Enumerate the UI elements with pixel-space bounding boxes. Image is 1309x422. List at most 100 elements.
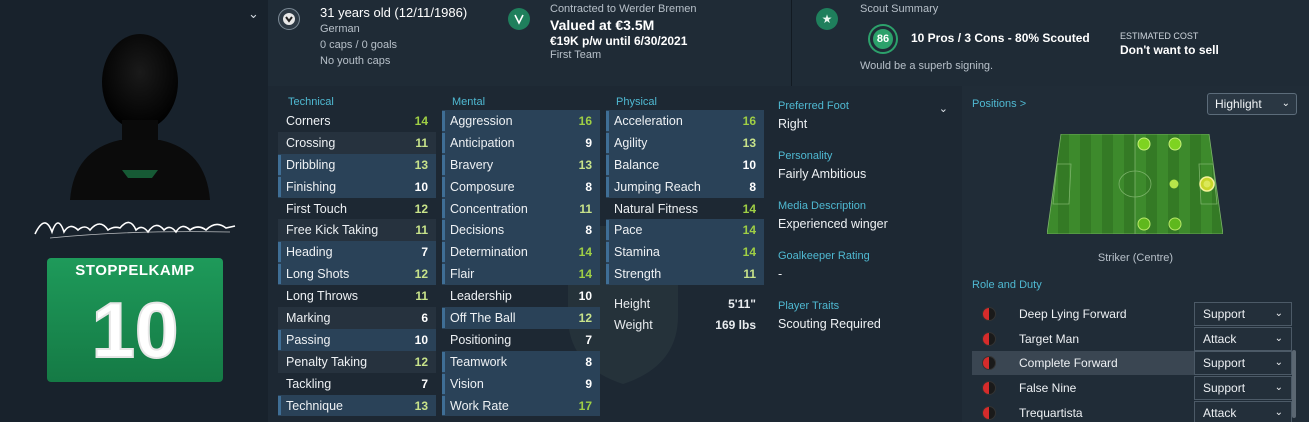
attribute-value: 14: [414, 113, 428, 128]
attribute-row[interactable]: Crossing 11: [278, 131, 436, 154]
attribute-value: 14: [742, 223, 756, 238]
duty-dropdown[interactable]: Attack ⌄: [1194, 400, 1292, 422]
player-signature: [34, 221, 236, 239]
attribute-row[interactable]: Passing 10: [278, 328, 436, 351]
attribute-row[interactable]: Aggression 16: [442, 110, 600, 132]
role-row[interactable]: Target Man Attack ⌄: [972, 326, 1292, 351]
contract-club[interactable]: Contracted to Werder Bremen: [550, 3, 697, 15]
attribute-row[interactable]: Tackling 7: [278, 373, 436, 395]
chevron-down-icon: ⌄: [1281, 98, 1290, 109]
attribute-label: Leadership: [450, 289, 512, 304]
chevron-down-icon: ⌄: [1274, 332, 1283, 344]
attribute-value: 12: [414, 354, 428, 369]
attribute-label: Decisions: [450, 223, 505, 238]
attribute-row[interactable]: Marking 6: [278, 307, 436, 329]
scout-summary-title: Scout Summary: [860, 3, 939, 15]
attribute-row[interactable]: Strength 11: [606, 263, 764, 286]
highlight-label: Highlight: [1215, 97, 1262, 111]
attribute-row[interactable]: Off The Ball 12: [442, 307, 600, 329]
goalkeeper-rating-label: Goalkeeper Rating: [778, 250, 870, 262]
attribute-label: Balance: [614, 157, 660, 172]
attribute-label: Dribbling: [286, 157, 336, 172]
youth-caps: No youth caps: [320, 55, 391, 67]
attribute-row[interactable]: Acceleration 16: [606, 110, 764, 132]
duty-dropdown[interactable]: Support ⌄: [1194, 302, 1292, 326]
attribute-row[interactable]: Dribbling 13: [278, 153, 436, 176]
role-row[interactable]: Trequartista Attack ⌄: [972, 400, 1292, 422]
attribute-value: 13: [414, 398, 428, 413]
attribute-value: 13: [742, 135, 756, 150]
role-list-scrollbar[interactable]: [1292, 350, 1296, 418]
highlight-dropdown[interactable]: Highlight ⌄: [1207, 93, 1297, 115]
attribute-row[interactable]: Finishing 10: [278, 175, 436, 198]
attribute-row[interactable]: Leadership 10: [442, 285, 600, 307]
attribute-value: 17: [578, 398, 592, 413]
chevron-down-icon[interactable]: ⌄: [939, 102, 948, 115]
attribute-row[interactable]: Stamina 14: [606, 241, 764, 264]
role-ability-icon: [982, 381, 996, 396]
attribute-label: Finishing: [286, 179, 337, 194]
attribute-row[interactable]: Anticipation 9: [442, 131, 600, 154]
attribute-label: Corners: [286, 113, 331, 128]
attribute-row[interactable]: First Touch 12: [278, 198, 436, 220]
attribute-row[interactable]: Bravery 13: [442, 153, 600, 176]
attribute-row[interactable]: Long Shots 12: [278, 263, 436, 286]
attribute-value: 14: [578, 245, 592, 260]
attribute-value: 10: [414, 179, 428, 194]
attribute-value: 14: [578, 267, 592, 282]
attribute-row[interactable]: Vision 9: [442, 372, 600, 395]
pitch-diagram[interactable]: [1047, 134, 1223, 234]
attribute-row[interactable]: Long Throws 11: [278, 285, 436, 307]
attribute-label: Teamwork: [450, 354, 507, 369]
attribute-row[interactable]: Pace 14: [606, 219, 764, 242]
duty-value: Support: [1203, 307, 1246, 321]
chevron-down-icon[interactable]: ⌄: [248, 6, 264, 22]
player-info-bar: 31 years old (12/11/1986) German 0 caps …: [268, 0, 1309, 86]
duty-dropdown[interactable]: Attack ⌄: [1194, 326, 1292, 351]
attribute-value: 14: [742, 245, 756, 260]
duty-dropdown[interactable]: Support ⌄: [1194, 351, 1292, 376]
role-row[interactable]: Complete Forward Support ⌄: [972, 351, 1292, 376]
attribute-value: 9: [585, 376, 592, 391]
attribute-row[interactable]: Corners 14: [278, 110, 436, 132]
chevron-down-icon: ⌄: [1274, 308, 1283, 319]
media-description-value: Experienced winger: [778, 217, 888, 231]
attribute-value: 10: [578, 289, 592, 304]
attribute-row[interactable]: Determination 14: [442, 241, 600, 264]
attribute-label: Vision: [450, 376, 484, 391]
attribute-row[interactable]: Teamwork 8: [442, 350, 600, 373]
attribute-value: 8: [585, 223, 592, 238]
positions-link[interactable]: Positions >: [972, 98, 1026, 110]
attribute-row[interactable]: Flair 14: [442, 263, 600, 286]
attribute-label: Off The Ball: [450, 310, 516, 325]
attribute-label: Composure: [450, 179, 515, 194]
club-badge-icon[interactable]: [508, 8, 530, 30]
duty-dropdown[interactable]: Support ⌄: [1194, 376, 1292, 401]
attribute-row[interactable]: Natural Fitness 14: [606, 198, 764, 220]
attribute-row[interactable]: Free Kick Taking 11: [278, 219, 436, 242]
attribute-label: Marking: [286, 310, 331, 325]
attribute-row[interactable]: Composure 8: [442, 175, 600, 198]
role-row[interactable]: False Nine Support ⌄: [972, 376, 1292, 401]
attribute-label: Crossing: [286, 135, 336, 150]
attribute-row[interactable]: Jumping Reach 8: [606, 175, 764, 198]
attribute-row[interactable]: Decisions 8: [442, 219, 600, 242]
role-row[interactable]: Deep Lying Forward Support ⌄: [972, 302, 1292, 326]
attribute-row[interactable]: Heading 7: [278, 241, 436, 264]
personality-value: Fairly Ambitious: [778, 167, 867, 181]
attribute-row[interactable]: Work Rate 17: [442, 394, 600, 417]
player-traits-label: Player Traits: [778, 300, 840, 312]
attribute-row[interactable]: Positioning 7: [442, 329, 600, 351]
attribute-row[interactable]: Balance 10: [606, 153, 764, 176]
attribute-value: 7: [421, 376, 428, 391]
role-ability-icon: [982, 331, 996, 346]
attribute-row[interactable]: Penalty Taking 12: [278, 350, 436, 373]
player-traits-value[interactable]: Scouting Required: [778, 314, 954, 334]
attribute-row[interactable]: Concentration 11: [442, 197, 600, 220]
player-value: Valued at €3.5M: [550, 17, 655, 33]
attribute-row[interactable]: Agility 13: [606, 131, 764, 154]
attribute-value: 11: [415, 135, 428, 150]
contract-section: Contracted to Werder Bremen Valued at €3…: [500, 0, 790, 86]
attribute-row[interactable]: Technique 13: [278, 394, 436, 417]
attribute-label: First Touch: [286, 201, 347, 216]
